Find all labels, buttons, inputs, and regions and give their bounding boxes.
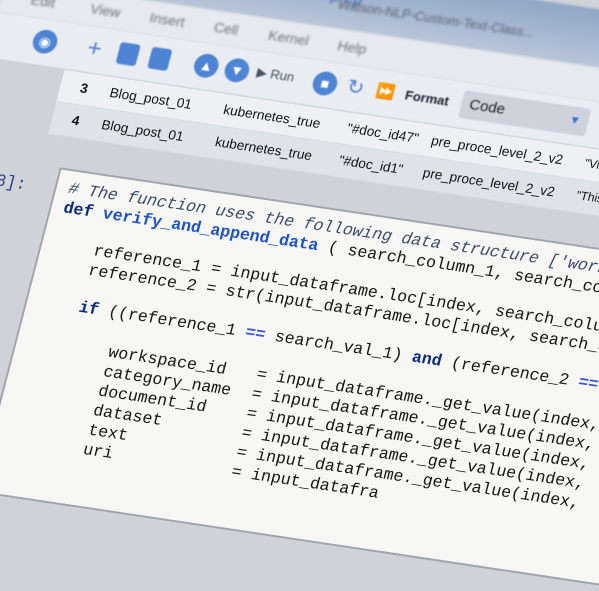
save-icon[interactable]: ◉: [30, 28, 60, 56]
paste-icon[interactable]: [147, 46, 173, 72]
assign-name: uri: [81, 440, 116, 463]
menu-help[interactable]: Help: [336, 37, 369, 57]
menu-cell[interactable]: Cell: [212, 19, 240, 38]
menu-insert[interactable]: Insert: [148, 9, 187, 30]
row-id: "#doc_id47": [345, 120, 421, 146]
restart-icon[interactable]: ↻: [341, 75, 371, 102]
row-text: "This is a good sta: [574, 188, 599, 216]
add-cell-icon[interactable]: +: [80, 34, 110, 62]
stop-icon[interactable]: ■: [310, 70, 340, 97]
if-part-a: ((reference_1: [106, 302, 249, 342]
move-up-icon[interactable]: ▲: [191, 52, 222, 80]
row-tag: kubernetes_true: [213, 134, 314, 164]
row-id: "#doc_id1": [337, 152, 405, 177]
copy-icon[interactable]: [115, 41, 141, 67]
if-part-b: search_val_1): [262, 325, 415, 367]
menu-view[interactable]: View: [89, 0, 123, 20]
cell-type-value: Code: [467, 96, 508, 119]
chevron-down-icon: ▼: [567, 114, 582, 128]
row-doc: Blog_post_01: [108, 85, 194, 112]
if-part-c: (reference_2: [439, 352, 582, 392]
run-button[interactable]: ▶ Run: [255, 65, 296, 86]
cell-type-select[interactable]: Code ▼: [457, 90, 592, 137]
menu-kernel[interactable]: Kernel: [267, 27, 311, 49]
notebook-screen: Watson-NLP-custom-model-prep Watson-NLP-…: [0, 0, 599, 588]
move-down-icon[interactable]: ▼: [222, 56, 252, 84]
row-tag: kubernetes_true: [221, 102, 323, 132]
menu-edit[interactable]: Edit: [29, 0, 57, 11]
code-cell[interactable]: # The function uses the following data s…: [0, 167, 599, 588]
cell-prompt: In [78]:: [0, 165, 29, 196]
row-doc: Blog_post_01: [99, 117, 186, 144]
format-label: Format: [403, 87, 451, 109]
row-index: 3: [78, 80, 90, 97]
fast-forward-icon[interactable]: ⏩: [370, 79, 400, 106]
row-index: 4: [70, 112, 82, 129]
run-label: Run: [268, 66, 297, 85]
